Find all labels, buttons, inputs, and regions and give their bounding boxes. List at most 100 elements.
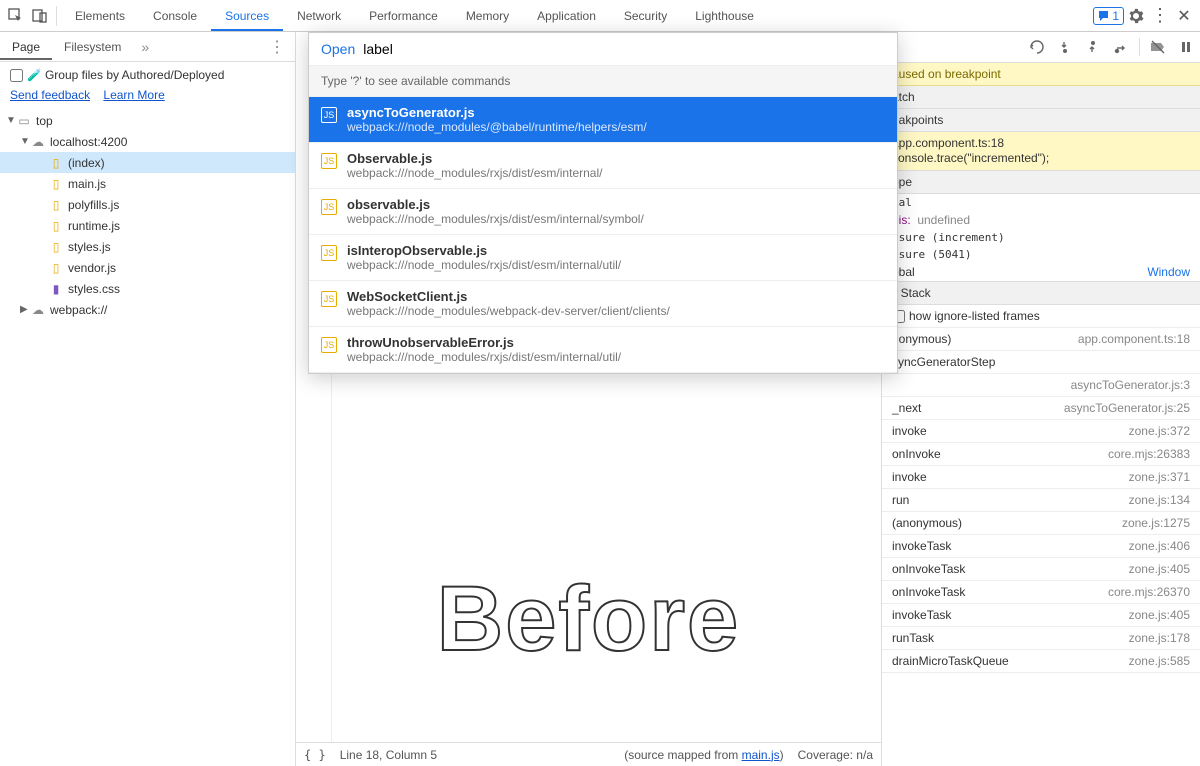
callstack-frame[interactable]: onInvokecore.mjs:26383 [882,443,1200,466]
file-tree: ▼▭top ▼☁localhost:4200 ▯(index)▯main.js▯… [0,108,295,322]
file-icon: ▯ [48,219,64,233]
navigator-menu-icon[interactable]: ⋮ [259,37,295,57]
pretty-print-icon[interactable]: { } [304,748,326,762]
tab-filesystem[interactable]: Filesystem [52,34,133,60]
callstack-frame[interactable]: invokezone.js:372 [882,420,1200,443]
quick-open-item[interactable]: JSisInteropObservable.jswebpack:///node_… [309,235,897,281]
file-icon: JS [321,107,337,123]
navigator-tabs: Page Filesystem » ⋮ [0,32,295,62]
callstack-frame[interactable]: drainMicroTaskQueuezone.js:585 [882,650,1200,673]
callstack-frame[interactable]: invokeTaskzone.js:406 [882,535,1200,558]
tree-file[interactable]: ▯vendor.js [0,257,295,278]
tab-performance[interactable]: Performance [355,1,452,31]
quick-open-item[interactable]: JSthrowUnobservableError.jswebpack:///no… [309,327,897,373]
callstack-frame[interactable]: runzone.js:134 [882,489,1200,512]
callstack-frame[interactable]: onInvokeTaskcore.mjs:26370 [882,581,1200,604]
more-icon[interactable]: ⋮ [1148,4,1172,28]
callstack-frame[interactable]: _nextasyncToGenerator.js:25 [882,397,1200,420]
tree-file[interactable]: ▯polyfills.js [0,194,295,215]
cloud-icon: ☁ [30,135,46,149]
file-icon: ▯ [48,198,64,212]
quick-open-dialog: Open Type '?' to see available commands … [308,32,898,374]
resume-icon[interactable] [1027,37,1047,57]
step-over-icon[interactable] [1055,37,1075,57]
tree-file[interactable]: ▯styles.js [0,236,295,257]
inspect-icon[interactable] [4,4,28,28]
file-icon: ▯ [48,261,64,275]
file-icon: JS [321,337,337,353]
show-ignore-listed[interactable]: how ignore-listed frames [882,305,1200,328]
scope-this: his: undefined [882,211,1200,229]
scope-local[interactable]: cal [882,194,1200,211]
tree-file[interactable]: ▮styles.css [0,278,295,299]
group-option-text: Group files by Authored/Deployed [45,68,224,82]
source-map-link[interactable]: main.js [742,748,780,762]
tree-top[interactable]: ▼▭top [0,110,295,131]
tab-sources[interactable]: Sources [211,1,283,31]
status-bar: { } Line 18, Column 5 (source mapped fro… [296,742,881,766]
quick-open-hint: Type '?' to see available commands [309,66,897,97]
issues-badge[interactable]: 1 [1093,7,1124,25]
breakpoints-header[interactable]: eakpoints [882,109,1200,132]
deactivate-breakpoints-icon[interactable] [1148,37,1168,57]
send-feedback-link[interactable]: Send feedback [10,88,90,102]
quick-open-item[interactable]: JSObservable.jswebpack:///node_modules/r… [309,143,897,189]
paused-banner: aused on breakpoint [882,63,1200,86]
device-toolbar-icon[interactable] [28,4,52,28]
callstack-frame[interactable]: onInvokeTaskzone.js:405 [882,558,1200,581]
watch-header[interactable]: atch [882,86,1200,109]
pause-exceptions-icon[interactable] [1176,37,1196,57]
close-icon[interactable]: ✕ [1172,4,1196,28]
tree-file[interactable]: ▯main.js [0,173,295,194]
quick-open-input[interactable] [363,41,885,57]
callstack-frame[interactable]: asyncToGenerator.js:3 [882,374,1200,397]
scope-header[interactable]: ope [882,171,1200,194]
quick-open-results[interactable]: JSasyncToGenerator.jswebpack:///node_mod… [309,97,897,373]
group-option-checkbox[interactable] [10,69,23,82]
quick-open-header: Open [309,33,897,66]
tab-page[interactable]: Page [0,34,52,60]
tab-lighthouse[interactable]: Lighthouse [681,1,768,31]
tab-security[interactable]: Security [610,1,681,31]
debug-toolbar [882,32,1200,63]
tab-application[interactable]: Application [523,1,610,31]
file-icon: ▮ [48,282,64,296]
callstack-frame[interactable]: syncGeneratorStep [882,351,1200,374]
scope-closure-2[interactable]: osure (5041) [882,246,1200,263]
quick-open-item[interactable]: JSWebSocketClient.jswebpack:///node_modu… [309,281,897,327]
learn-more-link[interactable]: Learn More [103,88,164,102]
breakpoint-entry[interactable]: app.component.ts:18 console.trace("incre… [882,132,1200,171]
breakpoint-code: console.trace("incremented"); [892,151,1190,166]
source-mapped: (source mapped from main.js) [624,748,783,762]
tab-elements[interactable]: Elements [61,1,139,31]
tree-host[interactable]: ▼☁localhost:4200 [0,131,295,152]
step-into-icon[interactable] [1083,37,1103,57]
scope-closure-1[interactable]: osure (increment) [882,229,1200,246]
callstack-frame[interactable]: runTaskzone.js:178 [882,627,1200,650]
tree-file[interactable]: ▯(index) [0,152,295,173]
tab-memory[interactable]: Memory [452,1,523,31]
navigator-links: Send feedback Learn More [0,88,295,108]
tree-file[interactable]: ▯runtime.js [0,215,295,236]
callstack-frame[interactable]: nonymous)app.component.ts:18 [882,328,1200,351]
group-option-label[interactable]: 🧪Group files by Authored/Deployed [10,68,224,82]
tab-network[interactable]: Network [283,1,355,31]
window-icon: ▭ [16,114,32,128]
callstack-frame[interactable]: (anonymous)zone.js:1275 [882,512,1200,535]
devtools-top-tabs: ElementsConsoleSourcesNetworkPerformance… [0,0,1200,32]
callstack-header[interactable]: ll Stack [882,282,1200,305]
callstack-frame[interactable]: invokeTaskzone.js:405 [882,604,1200,627]
group-option-row: 🧪Group files by Authored/Deployed [0,62,295,88]
quick-open-item[interactable]: JSasyncToGenerator.jswebpack:///node_mod… [309,97,897,143]
callstack-frame[interactable]: invokezone.js:371 [882,466,1200,489]
tab-console[interactable]: Console [139,1,211,31]
tree-webpack[interactable]: ▶☁webpack:// [0,299,295,320]
separator [56,6,57,26]
quick-open-item[interactable]: JSobservable.jswebpack:///node_modules/r… [309,189,897,235]
settings-icon[interactable] [1124,4,1148,28]
step-out-icon[interactable] [1111,37,1131,57]
issues-count: 1 [1112,9,1119,23]
debugger-panel: aused on breakpoint atch eakpoints app.c… [882,32,1200,766]
scope-global[interactable]: obalWindow [882,263,1200,282]
tabs-overflow-icon[interactable]: » [133,39,157,55]
